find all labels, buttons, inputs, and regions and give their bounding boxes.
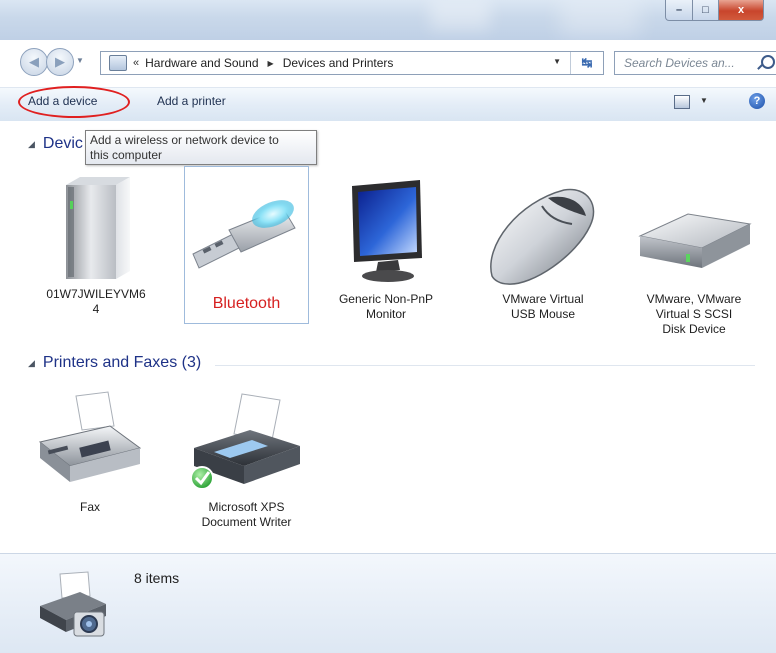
view-options-dropdown-icon[interactable]: ▼ bbox=[700, 96, 708, 105]
printer-label-line-2: Document Writer bbox=[201, 515, 292, 529]
search-icon[interactable] bbox=[761, 55, 775, 69]
monitor-icon bbox=[352, 180, 422, 282]
device-item[interactable]: VMware Virtual USB Mouse bbox=[478, 176, 608, 322]
back-button[interactable]: ◀ bbox=[20, 48, 48, 76]
breadcrumb-arrow-icon[interactable]: ▶ bbox=[268, 59, 274, 68]
recent-pages-dropdown-icon[interactable]: ▼ bbox=[76, 56, 84, 65]
command-toolbar: Add a device Add a printer ▼ ? bbox=[0, 86, 776, 122]
breadcrumb-devices-and-printers[interactable]: Devices and Printers bbox=[283, 56, 394, 70]
printers-group-header[interactable]: ◢ Printers and Faxes (3) bbox=[28, 354, 201, 372]
forward-button[interactable]: ▶ bbox=[46, 48, 74, 76]
maximize-button[interactable]: □ bbox=[693, 0, 719, 21]
device-item[interactable]: VMware, VMware Virtual S SCSI Disk Devic… bbox=[626, 176, 762, 337]
device-label-line-2: USB Mouse bbox=[510, 307, 576, 321]
devices-group-header[interactable]: ◢ Devic bbox=[28, 135, 83, 153]
device-item[interactable]: 01W7JWILEYVM6 4 bbox=[32, 173, 160, 317]
hard-disk-icon bbox=[638, 213, 752, 268]
tooltip-line-1: Add a wireless or network device to bbox=[90, 133, 279, 147]
address-dropdown-icon[interactable]: ▼ bbox=[553, 57, 561, 66]
close-button[interactable]: x bbox=[719, 0, 764, 21]
printer-default-icon bbox=[190, 393, 300, 490]
device-list-pane: ◢ Devic Add a wireless or network device… bbox=[0, 121, 776, 553]
search-input[interactable]: Search Devices an... bbox=[624, 56, 735, 70]
navigation-bar: ◀ ▶ ▼ « Hardware and Sound ▶ Devices and… bbox=[0, 44, 776, 76]
control-panel-icon bbox=[109, 55, 127, 71]
device-item[interactable]: Generic Non-PnP Monitor bbox=[322, 176, 450, 322]
minimize-button[interactable]: – bbox=[665, 0, 693, 21]
device-label: 01W7JWILEYVM6 bbox=[46, 287, 146, 301]
device-label-line-2: Monitor bbox=[365, 307, 406, 321]
printer-label: Microsoft XPS bbox=[208, 500, 285, 514]
tooltip-line-2: this computer bbox=[90, 148, 163, 162]
mouse-icon bbox=[490, 188, 595, 285]
device-label-line-3: Disk Device bbox=[662, 322, 726, 336]
window-controls: – □ x bbox=[665, 0, 764, 24]
printers-group-title: Printers and Faxes (3) bbox=[42, 354, 202, 371]
address-bar[interactable]: « Hardware and Sound ▶ Devices and Print… bbox=[100, 51, 604, 75]
devices-and-printers-window: – □ x ◀ ▶ ▼ « Hardware and Sound ▶ Devic… bbox=[0, 0, 776, 653]
device-item-bluetooth[interactable]: Bluetooth bbox=[184, 166, 309, 324]
printer-item[interactable]: Microsoft XPS Document Writer bbox=[184, 386, 309, 530]
computer-tower-icon bbox=[66, 177, 130, 279]
device-label: Generic Non-PnP bbox=[338, 292, 434, 306]
add-device-tooltip: Add a wireless or network device to this… bbox=[85, 130, 317, 165]
device-label: VMware, VMware bbox=[646, 292, 742, 306]
change-view-icon[interactable] bbox=[674, 95, 690, 109]
printer-item[interactable]: Fax bbox=[34, 386, 146, 515]
collapse-triangle-icon[interactable]: ◢ bbox=[28, 358, 35, 369]
add-device-button[interactable]: Add a device bbox=[28, 94, 97, 108]
add-printer-button[interactable]: Add a printer bbox=[157, 94, 226, 108]
usb-bluetooth-dongle-icon bbox=[192, 200, 296, 269]
devices-and-printers-icon bbox=[40, 571, 106, 637]
bluetooth-label: Bluetooth bbox=[212, 295, 281, 312]
devices-group-title: Devic bbox=[42, 135, 83, 152]
refresh-button[interactable]: ↹ bbox=[570, 52, 603, 74]
title-bar: – □ x bbox=[0, 0, 776, 40]
device-label: VMware Virtual bbox=[502, 292, 584, 306]
fax-icon bbox=[38, 391, 142, 482]
breadcrumb-hardware-and-sound[interactable]: Hardware and Sound bbox=[145, 56, 258, 70]
search-box[interactable]: Search Devices an... bbox=[614, 51, 776, 75]
device-label-line-2: 4 bbox=[92, 302, 100, 316]
group-divider bbox=[215, 365, 755, 366]
device-label-line-2: Virtual S SCSI bbox=[655, 307, 733, 321]
breadcrumb-overflow[interactable]: « bbox=[133, 57, 139, 69]
details-pane: 8 items bbox=[0, 553, 776, 653]
printer-label: Fax bbox=[79, 500, 100, 514]
item-count: 8 items bbox=[134, 570, 180, 586]
help-button[interactable]: ? bbox=[749, 93, 765, 109]
refresh-icon: ↹ bbox=[581, 55, 593, 70]
collapse-triangle-icon[interactable]: ◢ bbox=[28, 139, 35, 150]
